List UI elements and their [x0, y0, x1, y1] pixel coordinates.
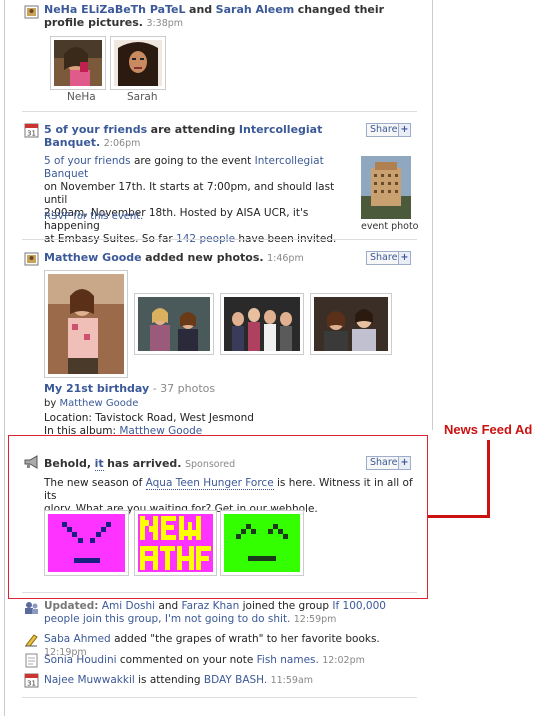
album-photo-image [138, 297, 210, 351]
annotation-connector [428, 515, 490, 518]
album-photo-image [224, 297, 300, 351]
sponsored-label: Sponsored [184, 459, 236, 470]
event-description: 5 of your friends are going to the event… [44, 155, 337, 245]
event-photo-image [361, 156, 411, 219]
album-photo[interactable] [134, 293, 214, 355]
news-feed-ad-annotation: News Feed Ad [444, 422, 533, 437]
friends-link[interactable]: 5 of your friends [44, 155, 131, 167]
mini-story-group: Updated: Ami Doshi and Faraz Khan joined… [44, 600, 386, 625]
album-photo[interactable] [44, 270, 128, 378]
calendar-icon: 31 [24, 673, 39, 688]
user-link[interactable]: NeHa ELiZaBeTh PaTeL [44, 3, 186, 16]
timestamp: 1:46pm [267, 253, 304, 264]
album-photo-image [314, 297, 388, 351]
timestamp: 12:59pm [293, 614, 337, 625]
ad-it-link[interactable]: it [94, 457, 104, 471]
thumbnail-caption: Sarah [127, 91, 158, 103]
story-divider [22, 697, 417, 698]
user-link[interactable]: Sonia Houdini [44, 654, 117, 666]
photo-icon [24, 252, 39, 266]
user-link[interactable]: Faraz Khan [182, 600, 240, 612]
ad-image-magenta[interactable] [44, 510, 129, 576]
event-photo[interactable] [361, 156, 411, 219]
mini-story-note-comment: Sonia Houdini commented on your note Fis… [44, 654, 365, 666]
plus-icon: + [398, 457, 410, 469]
story-divider [22, 239, 417, 240]
timestamp: 3:38pm [146, 18, 184, 29]
ad-pixel-face-image [224, 514, 300, 572]
album-photo[interactable] [310, 293, 392, 355]
note-icon [25, 653, 38, 668]
ad-show-link[interactable]: Aqua Teen Hunger Force [145, 477, 274, 490]
ad-image-green[interactable] [220, 510, 304, 576]
ad-pixel-text-image [138, 514, 213, 572]
group-icon [25, 602, 38, 614]
note-link[interactable]: Fish names. [257, 654, 319, 666]
plus-icon: + [398, 124, 410, 136]
rsvp-link[interactable]: RSVP for this event. [44, 211, 143, 223]
user-link[interactable]: Matthew Goode [59, 398, 138, 409]
profile-thumbnail-neha[interactable] [50, 36, 106, 90]
feed-left-border [4, 0, 5, 716]
album-by-line: by Matthew Goode [44, 398, 139, 409]
calendar-icon: 31 [24, 123, 39, 138]
thumbnail-caption: NeHa [67, 91, 96, 103]
album-location: Location: Tavistock Road, West Jesmond [44, 412, 254, 424]
album-link[interactable]: My 21st birthday [44, 382, 149, 395]
user-link[interactable]: Matthew Goode [44, 251, 142, 264]
ad-title: Behold, it has arrived. Sponsored [44, 457, 236, 471]
ad-pixel-face-image [48, 514, 125, 572]
user-link[interactable]: Ami Doshi [102, 600, 155, 612]
mini-story-attending: Najee Muwwakkil is attending BDAY BASH. … [44, 674, 314, 686]
user-link[interactable]: Najee Muwwakkil [44, 674, 135, 686]
timestamp: 2:06pm [103, 138, 141, 149]
user-link[interactable]: Saba Ahmed [44, 633, 111, 645]
story-divider [22, 111, 417, 112]
svg-text:31: 31 [27, 130, 36, 138]
album-photo[interactable] [220, 293, 304, 355]
ad-image-yellow[interactable] [134, 510, 217, 576]
event-photo-caption: event photo [361, 221, 419, 232]
profile-thumbnail-sarah[interactable] [110, 36, 166, 90]
timestamp: 12:02pm [322, 655, 365, 666]
profile-photo-image [114, 40, 162, 86]
story-divider [22, 592, 417, 593]
album-photo-image [48, 274, 124, 374]
share-button[interactable]: Share + [366, 456, 411, 470]
svg-text:31: 31 [27, 680, 36, 688]
story-event-header: 5 of your friends are attending Intercol… [44, 123, 323, 149]
feed-right-border [432, 0, 433, 430]
user-link[interactable]: Sarah Aleem [216, 3, 295, 16]
annotation-connector [487, 440, 490, 518]
timestamp: 11:59am [270, 675, 314, 686]
event-link[interactable]: BDAY BASH. [204, 674, 267, 686]
pencil-icon [25, 634, 38, 647]
share-button[interactable]: Share + [366, 251, 411, 265]
story-photos-header: Matthew Goode added new photos. 1:46pm [44, 251, 304, 264]
story-profile-pictures-header: NeHa ELiZaBeTh PaTeL and Sarah Aleem cha… [44, 3, 385, 29]
share-button[interactable]: Share + [366, 123, 411, 137]
profile-photo-image [54, 40, 102, 86]
friends-link[interactable]: 5 of your friends [44, 123, 147, 136]
megaphone-icon [24, 455, 38, 469]
album-title-line: My 21st birthday - 37 photos [44, 382, 216, 395]
plus-icon: + [398, 252, 410, 264]
profile-picture-icon [24, 5, 39, 19]
